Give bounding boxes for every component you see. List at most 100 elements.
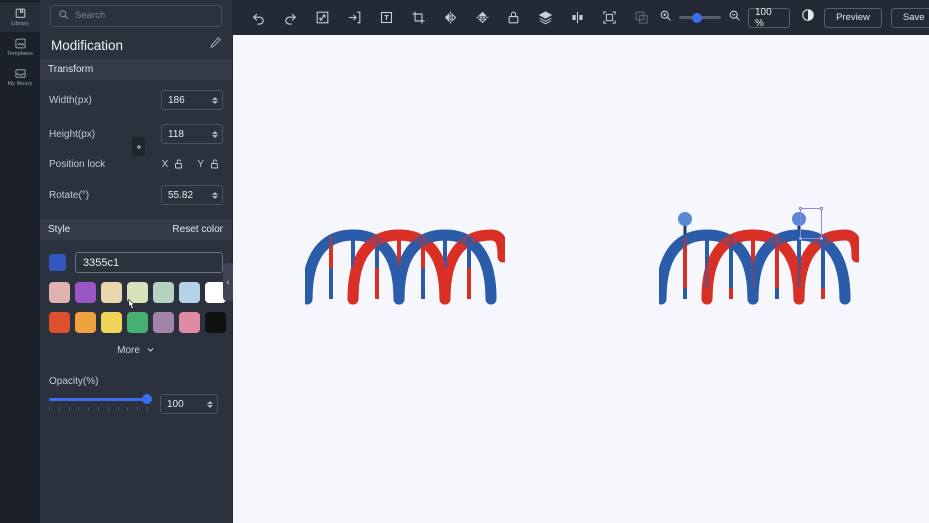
height-value: 118 — [168, 128, 184, 140]
lock-button[interactable] — [498, 2, 530, 34]
search-icon — [58, 7, 69, 25]
zoom-slider[interactable] — [679, 12, 721, 23]
rail-item-templates[interactable]: Templates — [0, 32, 40, 62]
preview-button[interactable]: Preview — [824, 7, 882, 28]
position-lock-row: Position lock X Y — [49, 153, 223, 175]
toolbar: 100 % Preview Save Export — [233, 0, 929, 35]
color-swatch-r1-3[interactable] — [127, 282, 148, 303]
current-color-swatch[interactable] — [49, 254, 66, 271]
color-swatch-r2-0[interactable] — [49, 312, 70, 333]
style-section-header: Style Reset color — [40, 219, 232, 240]
panel-collapse-handle[interactable] — [223, 263, 233, 301]
opacity-slider-knob[interactable] — [142, 394, 152, 404]
color-swatch-r2-6[interactable] — [205, 312, 226, 333]
zoom-in-icon[interactable] — [659, 9, 672, 27]
left-rail: Library Templates My library — [0, 0, 40, 523]
unlock-icon-x[interactable] — [173, 158, 185, 170]
dna-helix-right[interactable] — [659, 207, 859, 307]
hex-value: 3355c1 — [83, 256, 120, 269]
group-button[interactable] — [594, 2, 626, 34]
opacity-ticks — [49, 406, 148, 411]
flip-vertical-button[interactable] — [466, 2, 498, 34]
rotate-input[interactable]: 55.82 — [161, 185, 223, 205]
dna-helix-left[interactable] — [305, 227, 505, 307]
my-library-icon — [14, 67, 27, 80]
transform-section-header: Transform — [40, 59, 232, 80]
reset-color-button[interactable]: Reset color — [172, 224, 223, 235]
color-swatch-r1-5[interactable] — [179, 282, 200, 303]
height-input[interactable]: 118 — [161, 124, 223, 144]
selection-handle-tr[interactable] — [820, 207, 823, 210]
selection-box[interactable] — [799, 207, 823, 240]
editor-area: 100 % Preview Save Export — [233, 0, 929, 523]
color-swatch-r2-1[interactable] — [75, 312, 96, 333]
color-swatch-r2-3[interactable] — [127, 312, 148, 333]
rail-item-library[interactable]: Library — [0, 2, 40, 32]
link-chain-icon[interactable] — [132, 137, 145, 156]
flip-horizontal-button[interactable] — [434, 2, 466, 34]
zoom-level-value[interactable]: 100 % — [748, 7, 791, 29]
more-label: More — [117, 344, 140, 356]
opacity-slider[interactable] — [49, 394, 152, 411]
opacity-value: 100 — [167, 398, 184, 410]
zoom-out-icon[interactable] — [728, 9, 741, 27]
color-swatch-r1-1[interactable] — [75, 282, 96, 303]
color-swatch-r1-0[interactable] — [49, 282, 70, 303]
opacity-stepper[interactable] — [207, 400, 213, 408]
resize-button[interactable] — [307, 2, 339, 34]
style-section-body: 3355c1 More Opacity(%) 100 — [40, 240, 232, 414]
redo-button[interactable] — [275, 2, 307, 34]
chevron-down-icon — [146, 341, 155, 359]
color-line: 3355c1 — [49, 240, 223, 273]
layers-button[interactable] — [530, 2, 562, 34]
color-swatch-r2-5[interactable] — [179, 312, 200, 333]
selection-handle-bl[interactable] — [799, 237, 802, 240]
rotate-stepper[interactable] — [212, 191, 218, 199]
save-button[interactable]: Save — [890, 7, 929, 28]
search-input[interactable] — [75, 10, 214, 21]
color-swatch-r2-4[interactable] — [153, 312, 174, 333]
rotate-row: Rotate(°) 55.82 — [49, 181, 223, 209]
more-colors-button[interactable]: More — [49, 341, 223, 359]
zoom-controls: 100 % — [659, 7, 815, 29]
width-row: Width(px) 186 — [49, 86, 223, 114]
rail-item-templates-label: Templates — [7, 51, 33, 57]
opacity-row: 100 — [49, 394, 223, 414]
zoom-slider-knob[interactable] — [692, 12, 703, 23]
search-box[interactable] — [50, 4, 222, 27]
width-input[interactable]: 186 — [161, 90, 223, 110]
align-button[interactable] — [562, 2, 594, 34]
color-swatch-r2-2[interactable] — [101, 312, 122, 333]
opacity-label: Opacity(%) — [49, 376, 99, 387]
crop-button[interactable] — [402, 2, 434, 34]
templates-icon — [14, 37, 27, 50]
selection-handle-br[interactable] — [820, 237, 823, 240]
canvas[interactable] — [233, 35, 929, 523]
swatch-grid-row1 — [49, 282, 226, 303]
import-button[interactable] — [339, 2, 371, 34]
color-swatch-r1-2[interactable] — [101, 282, 122, 303]
rail-item-my-library[interactable]: My library — [0, 62, 40, 92]
opacity-input[interactable]: 100 — [160, 394, 218, 414]
width-stepper[interactable] — [212, 96, 218, 104]
text-button[interactable] — [371, 2, 403, 34]
transform-section-body: Width(px) 186 Height(px) 118 Position lo… — [40, 86, 232, 219]
swatch-grid-row2 — [49, 312, 226, 333]
pencil-icon[interactable] — [209, 36, 222, 54]
selection-handle-tl[interactable] — [799, 207, 802, 210]
page-title: Modification — [51, 37, 124, 53]
rotate-value: 55.82 — [168, 189, 194, 201]
contrast-icon[interactable] — [801, 8, 815, 27]
color-swatch-r1-4[interactable] — [153, 282, 174, 303]
axis-x-label: X — [161, 158, 169, 170]
width-value: 186 — [168, 94, 185, 106]
search-bar — [40, 0, 232, 31]
hex-input[interactable]: 3355c1 — [75, 252, 223, 273]
width-label: Width(px) — [49, 94, 92, 106]
unlock-icon-y[interactable] — [209, 158, 221, 170]
duplicate-button[interactable] — [626, 2, 658, 34]
undo-button[interactable] — [243, 2, 275, 34]
rotate-label: Rotate(°) — [49, 189, 90, 201]
height-stepper[interactable] — [212, 130, 218, 138]
rail-item-my-library-label: My library — [7, 81, 33, 87]
